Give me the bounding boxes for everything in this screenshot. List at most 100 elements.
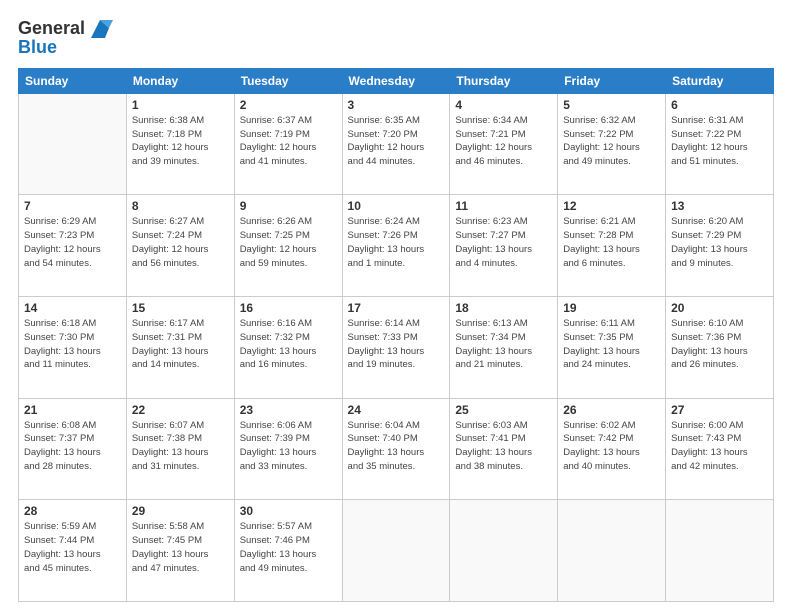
day-number: 20 [671, 301, 768, 315]
day-info: Sunrise: 6:26 AMSunset: 7:25 PMDaylight:… [240, 215, 337, 270]
calendar-cell: 16 Sunrise: 6:16 AMSunset: 7:32 PMDaylig… [234, 297, 342, 399]
day-info: Sunrise: 6:27 AMSunset: 7:24 PMDaylight:… [132, 215, 229, 270]
day-number: 15 [132, 301, 229, 315]
day-number: 28 [24, 504, 121, 518]
calendar-cell: 21 Sunrise: 6:08 AMSunset: 7:37 PMDaylig… [19, 398, 127, 500]
logo: General Blue [18, 16, 113, 58]
day-info: Sunrise: 6:37 AMSunset: 7:19 PMDaylight:… [240, 114, 337, 169]
day-info: Sunrise: 6:02 AMSunset: 7:42 PMDaylight:… [563, 419, 660, 474]
day-info: Sunrise: 6:07 AMSunset: 7:38 PMDaylight:… [132, 419, 229, 474]
weekday-header: Wednesday [342, 68, 450, 93]
calendar-cell: 23 Sunrise: 6:06 AMSunset: 7:39 PMDaylig… [234, 398, 342, 500]
day-number: 5 [563, 98, 660, 112]
calendar-cell: 25 Sunrise: 6:03 AMSunset: 7:41 PMDaylig… [450, 398, 558, 500]
day-info: Sunrise: 6:20 AMSunset: 7:29 PMDaylight:… [671, 215, 768, 270]
weekday-header: Tuesday [234, 68, 342, 93]
day-number: 17 [348, 301, 445, 315]
logo-icon [87, 16, 113, 42]
calendar-cell [666, 500, 774, 602]
calendar-cell: 1 Sunrise: 6:38 AMSunset: 7:18 PMDayligh… [126, 93, 234, 195]
calendar-cell: 11 Sunrise: 6:23 AMSunset: 7:27 PMDaylig… [450, 195, 558, 297]
day-info: Sunrise: 6:18 AMSunset: 7:30 PMDaylight:… [24, 317, 121, 372]
calendar-week-row: 7 Sunrise: 6:29 AMSunset: 7:23 PMDayligh… [19, 195, 774, 297]
calendar-cell: 2 Sunrise: 6:37 AMSunset: 7:19 PMDayligh… [234, 93, 342, 195]
calendar-cell: 12 Sunrise: 6:21 AMSunset: 7:28 PMDaylig… [558, 195, 666, 297]
day-number: 25 [455, 403, 552, 417]
calendar-cell: 27 Sunrise: 6:00 AMSunset: 7:43 PMDaylig… [666, 398, 774, 500]
day-number: 1 [132, 98, 229, 112]
logo-text-general: General [18, 19, 85, 39]
day-info: Sunrise: 6:24 AMSunset: 7:26 PMDaylight:… [348, 215, 445, 270]
day-info: Sunrise: 5:57 AMSunset: 7:46 PMDaylight:… [240, 520, 337, 575]
calendar-cell: 22 Sunrise: 6:07 AMSunset: 7:38 PMDaylig… [126, 398, 234, 500]
day-number: 16 [240, 301, 337, 315]
day-info: Sunrise: 6:13 AMSunset: 7:34 PMDaylight:… [455, 317, 552, 372]
calendar-week-row: 14 Sunrise: 6:18 AMSunset: 7:30 PMDaylig… [19, 297, 774, 399]
page: General Blue SundayMondayTuesdayWednesda… [0, 0, 792, 612]
day-info: Sunrise: 5:58 AMSunset: 7:45 PMDaylight:… [132, 520, 229, 575]
day-info: Sunrise: 6:23 AMSunset: 7:27 PMDaylight:… [455, 215, 552, 270]
day-number: 9 [240, 199, 337, 213]
day-number: 24 [348, 403, 445, 417]
calendar-cell: 9 Sunrise: 6:26 AMSunset: 7:25 PMDayligh… [234, 195, 342, 297]
calendar-cell [342, 500, 450, 602]
day-info: Sunrise: 6:16 AMSunset: 7:32 PMDaylight:… [240, 317, 337, 372]
day-info: Sunrise: 6:17 AMSunset: 7:31 PMDaylight:… [132, 317, 229, 372]
calendar-cell: 17 Sunrise: 6:14 AMSunset: 7:33 PMDaylig… [342, 297, 450, 399]
calendar-cell: 13 Sunrise: 6:20 AMSunset: 7:29 PMDaylig… [666, 195, 774, 297]
calendar-cell [19, 93, 127, 195]
header: General Blue [18, 16, 774, 58]
calendar-table: SundayMondayTuesdayWednesdayThursdayFrid… [18, 68, 774, 602]
weekday-header: Saturday [666, 68, 774, 93]
day-info: Sunrise: 6:04 AMSunset: 7:40 PMDaylight:… [348, 419, 445, 474]
weekday-header: Thursday [450, 68, 558, 93]
calendar-cell [450, 500, 558, 602]
day-info: Sunrise: 6:34 AMSunset: 7:21 PMDaylight:… [455, 114, 552, 169]
logo-text-blue: Blue [18, 38, 57, 58]
calendar-cell: 6 Sunrise: 6:31 AMSunset: 7:22 PMDayligh… [666, 93, 774, 195]
calendar-cell: 8 Sunrise: 6:27 AMSunset: 7:24 PMDayligh… [126, 195, 234, 297]
day-info: Sunrise: 6:35 AMSunset: 7:20 PMDaylight:… [348, 114, 445, 169]
day-number: 14 [24, 301, 121, 315]
calendar-week-row: 1 Sunrise: 6:38 AMSunset: 7:18 PMDayligh… [19, 93, 774, 195]
day-number: 8 [132, 199, 229, 213]
day-number: 3 [348, 98, 445, 112]
weekday-header: Monday [126, 68, 234, 93]
day-number: 4 [455, 98, 552, 112]
weekday-header: Friday [558, 68, 666, 93]
calendar-cell: 4 Sunrise: 6:34 AMSunset: 7:21 PMDayligh… [450, 93, 558, 195]
calendar-cell: 14 Sunrise: 6:18 AMSunset: 7:30 PMDaylig… [19, 297, 127, 399]
weekday-header: Sunday [19, 68, 127, 93]
calendar-cell: 24 Sunrise: 6:04 AMSunset: 7:40 PMDaylig… [342, 398, 450, 500]
day-number: 22 [132, 403, 229, 417]
day-info: Sunrise: 6:00 AMSunset: 7:43 PMDaylight:… [671, 419, 768, 474]
calendar-cell: 10 Sunrise: 6:24 AMSunset: 7:26 PMDaylig… [342, 195, 450, 297]
calendar-cell: 26 Sunrise: 6:02 AMSunset: 7:42 PMDaylig… [558, 398, 666, 500]
day-info: Sunrise: 6:11 AMSunset: 7:35 PMDaylight:… [563, 317, 660, 372]
calendar-cell [558, 500, 666, 602]
day-info: Sunrise: 6:08 AMSunset: 7:37 PMDaylight:… [24, 419, 121, 474]
day-info: Sunrise: 6:10 AMSunset: 7:36 PMDaylight:… [671, 317, 768, 372]
calendar-week-row: 28 Sunrise: 5:59 AMSunset: 7:44 PMDaylig… [19, 500, 774, 602]
calendar-week-row: 21 Sunrise: 6:08 AMSunset: 7:37 PMDaylig… [19, 398, 774, 500]
day-info: Sunrise: 6:03 AMSunset: 7:41 PMDaylight:… [455, 419, 552, 474]
calendar-header-row: SundayMondayTuesdayWednesdayThursdayFrid… [19, 68, 774, 93]
calendar-cell: 29 Sunrise: 5:58 AMSunset: 7:45 PMDaylig… [126, 500, 234, 602]
calendar-cell: 5 Sunrise: 6:32 AMSunset: 7:22 PMDayligh… [558, 93, 666, 195]
day-number: 27 [671, 403, 768, 417]
day-info: Sunrise: 6:38 AMSunset: 7:18 PMDaylight:… [132, 114, 229, 169]
day-info: Sunrise: 6:06 AMSunset: 7:39 PMDaylight:… [240, 419, 337, 474]
calendar-cell: 28 Sunrise: 5:59 AMSunset: 7:44 PMDaylig… [19, 500, 127, 602]
calendar-cell: 30 Sunrise: 5:57 AMSunset: 7:46 PMDaylig… [234, 500, 342, 602]
day-number: 30 [240, 504, 337, 518]
day-info: Sunrise: 5:59 AMSunset: 7:44 PMDaylight:… [24, 520, 121, 575]
day-number: 2 [240, 98, 337, 112]
day-number: 18 [455, 301, 552, 315]
day-number: 13 [671, 199, 768, 213]
day-number: 26 [563, 403, 660, 417]
calendar-cell: 20 Sunrise: 6:10 AMSunset: 7:36 PMDaylig… [666, 297, 774, 399]
day-number: 19 [563, 301, 660, 315]
day-number: 23 [240, 403, 337, 417]
day-number: 6 [671, 98, 768, 112]
calendar-cell: 7 Sunrise: 6:29 AMSunset: 7:23 PMDayligh… [19, 195, 127, 297]
